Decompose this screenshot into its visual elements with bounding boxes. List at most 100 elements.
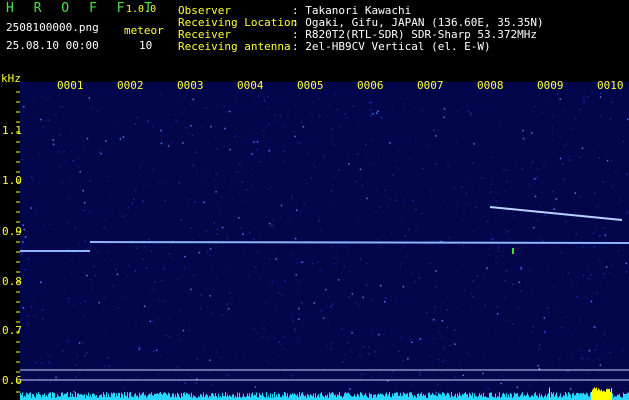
noise-dot bbox=[454, 329, 456, 332]
power-bar-sample bbox=[582, 393, 583, 400]
noise-dot bbox=[295, 274, 297, 276]
noise-dot bbox=[533, 226, 535, 229]
power-bar-sample bbox=[607, 388, 608, 400]
noise-dot bbox=[559, 157, 562, 160]
noise-dot bbox=[574, 192, 577, 194]
power-bar-sample bbox=[442, 392, 443, 400]
noise-dot bbox=[377, 237, 379, 240]
power-bar-sample bbox=[300, 395, 301, 400]
noise-dot bbox=[603, 215, 606, 217]
noise-dot bbox=[429, 193, 432, 195]
noise-dot bbox=[394, 297, 396, 300]
noise-dot bbox=[305, 182, 308, 185]
power-bar-sample bbox=[294, 393, 295, 400]
noise-dot bbox=[546, 267, 549, 269]
power-bar-sample bbox=[447, 392, 448, 400]
power-bar-sample bbox=[421, 392, 422, 400]
noise-dot bbox=[288, 111, 290, 113]
noise-dot bbox=[244, 172, 246, 175]
noise-dot bbox=[313, 163, 315, 166]
noise-dot bbox=[274, 120, 276, 122]
noise-dot bbox=[348, 163, 350, 165]
noise-dot bbox=[39, 357, 42, 359]
power-bar-sample bbox=[485, 396, 486, 400]
noise-dot bbox=[177, 366, 179, 368]
noise-dot bbox=[111, 258, 113, 261]
power-bar-sample bbox=[402, 395, 403, 400]
power-bar-sample bbox=[467, 394, 468, 400]
power-bar-sample bbox=[518, 396, 519, 400]
noise-dot bbox=[349, 270, 351, 272]
power-bar-sample bbox=[26, 392, 27, 400]
power-bar-sample bbox=[506, 393, 507, 400]
power-bar-sample bbox=[260, 394, 261, 400]
noise-dot bbox=[265, 125, 267, 128]
power-bar-sample bbox=[82, 395, 83, 400]
power-bar-sample bbox=[228, 396, 229, 400]
noise-dot bbox=[420, 212, 423, 215]
noise-dot bbox=[357, 153, 359, 155]
noise-dot bbox=[83, 202, 86, 204]
power-bar-sample bbox=[160, 392, 161, 400]
x-tick-label: 0009 bbox=[537, 79, 564, 92]
power-bar-sample bbox=[404, 393, 405, 400]
noise-dot bbox=[505, 270, 508, 272]
noise-dot bbox=[150, 250, 153, 252]
power-bar-sample bbox=[251, 394, 252, 400]
noise-dot bbox=[283, 336, 285, 338]
noise-dot bbox=[44, 119, 47, 122]
power-bar-sample bbox=[438, 392, 439, 400]
noise-dot bbox=[190, 288, 192, 291]
power-bar-sample bbox=[598, 388, 599, 400]
noise-dot bbox=[554, 377, 557, 379]
noise-dot bbox=[148, 184, 151, 186]
noise-dot bbox=[41, 95, 44, 97]
noise-dot bbox=[542, 240, 544, 242]
noise-dot bbox=[296, 141, 299, 144]
power-bar-sample bbox=[162, 394, 163, 400]
noise-dot bbox=[586, 372, 588, 375]
noise-dot bbox=[254, 266, 257, 268]
noise-dot bbox=[492, 171, 494, 174]
noise-dot bbox=[432, 338, 435, 340]
power-bar-sample bbox=[52, 392, 53, 400]
power-bar-sample bbox=[593, 388, 594, 400]
noise-dot bbox=[599, 261, 602, 263]
noise-dot bbox=[355, 301, 357, 304]
noise-dot bbox=[202, 173, 204, 175]
noise-dot bbox=[519, 247, 521, 249]
noise-dot bbox=[594, 348, 596, 351]
power-bar-sample bbox=[141, 394, 142, 400]
noise-dot bbox=[370, 139, 372, 141]
x-tick-label: 0002 bbox=[117, 79, 144, 92]
power-bar-sample bbox=[567, 396, 568, 400]
noise-dot bbox=[64, 290, 66, 292]
power-bar-sample bbox=[389, 392, 390, 400]
noise-dot bbox=[470, 114, 472, 116]
power-bar-sample bbox=[599, 389, 600, 400]
noise-dot bbox=[221, 226, 224, 229]
noise-dot bbox=[163, 268, 165, 270]
noise-dot bbox=[365, 284, 368, 286]
power-bar-sample bbox=[517, 393, 518, 400]
noise-dot bbox=[615, 170, 617, 172]
noise-dot bbox=[268, 285, 271, 288]
noise-dot bbox=[488, 253, 491, 256]
power-bar-sample bbox=[608, 389, 609, 400]
power-bar-sample bbox=[112, 393, 113, 400]
noise-dot bbox=[103, 226, 105, 229]
power-bar-sample bbox=[535, 392, 536, 400]
noise-dot bbox=[122, 136, 125, 138]
noise-dot bbox=[433, 129, 435, 131]
noise-dot bbox=[600, 92, 602, 95]
noise-dot bbox=[379, 247, 381, 249]
power-bar-sample bbox=[415, 396, 416, 400]
power-bar-sample bbox=[61, 392, 62, 400]
noise-dot bbox=[47, 119, 50, 121]
noise-dot bbox=[596, 292, 598, 294]
power-bar-sample bbox=[423, 394, 424, 400]
noise-dot bbox=[328, 296, 330, 299]
power-bar-sample bbox=[88, 392, 89, 400]
noise-dot bbox=[428, 144, 430, 147]
power-bar-sample bbox=[143, 392, 144, 400]
